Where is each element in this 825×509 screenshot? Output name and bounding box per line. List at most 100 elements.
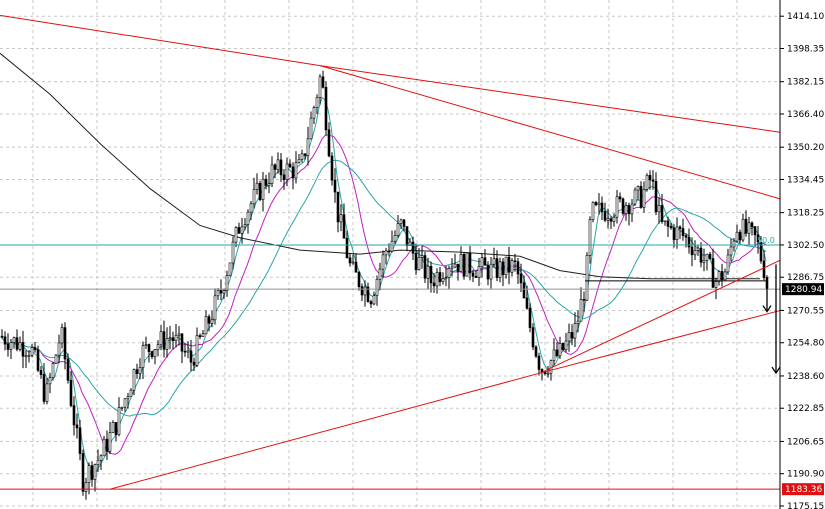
candle (558, 336, 562, 359)
candle-body (717, 271, 721, 282)
candle-body (87, 465, 91, 483)
candle-body (603, 211, 607, 221)
candle (321, 70, 325, 89)
candle-body (465, 252, 469, 277)
candle (417, 248, 421, 271)
candle (603, 202, 607, 223)
candle-body (201, 333, 205, 338)
candle-body (69, 379, 73, 406)
candle (294, 151, 298, 184)
candle (153, 349, 157, 365)
candle (510, 258, 514, 277)
candle-body (576, 320, 580, 324)
candle-body (546, 372, 550, 375)
candle-body (519, 273, 523, 284)
price-tag: 1280.94 (782, 283, 824, 296)
candle-body (522, 282, 526, 299)
y-tick-label: 1398.35 (787, 44, 824, 54)
candle-body (243, 224, 247, 228)
candle-body (222, 290, 226, 294)
candle-body (684, 235, 688, 238)
candle-body (255, 182, 259, 190)
candle-body (378, 268, 382, 280)
candle-body (309, 117, 313, 140)
candle-body (567, 332, 571, 342)
candle-body (285, 163, 289, 180)
candle-body (63, 327, 67, 360)
arrow-long-arrow (771, 264, 781, 375)
candle (267, 172, 271, 194)
candle-body (198, 335, 202, 338)
candle-body (279, 159, 283, 176)
y-tick-label: 1254.80 (787, 339, 824, 349)
candle-body (210, 319, 214, 324)
candle-body (306, 138, 310, 156)
candle-body (321, 76, 325, 88)
candle (33, 342, 37, 353)
candle-body (612, 216, 616, 222)
candle (657, 197, 661, 224)
candle-body (441, 278, 445, 282)
candle (636, 185, 640, 201)
candle-body (156, 344, 160, 351)
candle-body (729, 246, 733, 256)
candle-body (705, 253, 709, 261)
candle (585, 252, 589, 301)
candle-body (699, 247, 703, 263)
candle (69, 371, 73, 408)
candle (501, 257, 505, 287)
candle (483, 249, 487, 266)
candle (201, 329, 205, 338)
candle-body (636, 186, 640, 191)
candle-body (651, 179, 655, 182)
candle-body (105, 438, 109, 452)
candle-body (537, 355, 541, 370)
candle-body (582, 299, 586, 301)
candle (195, 327, 199, 368)
candle-body (648, 175, 652, 181)
candle-body (291, 166, 295, 179)
candle-body (732, 240, 736, 248)
candle-body (693, 250, 697, 256)
candle-body (357, 271, 361, 287)
price-chart: 1414.10 1398.35 1382.15 1366.40 1350.20 1334.… (0, 0, 824, 509)
candle (90, 461, 94, 487)
candle (114, 422, 118, 442)
candle-body (342, 214, 346, 239)
candle-body (528, 308, 532, 328)
candle-body (594, 202, 598, 206)
candle-body (303, 153, 307, 156)
candle-body (60, 327, 64, 344)
moving-average-sma-mid (0, 134, 767, 455)
candle (105, 430, 109, 460)
candle-body (81, 453, 85, 492)
candle (123, 397, 127, 412)
candle-body (354, 261, 358, 273)
candle-body (315, 97, 319, 109)
candle-body (399, 219, 403, 224)
candle (165, 327, 169, 358)
candle-body (633, 189, 637, 205)
candle-body (51, 362, 55, 378)
candle-body (390, 240, 394, 252)
candle-body (45, 383, 49, 402)
candle-body (405, 226, 409, 246)
candle-body (99, 455, 103, 461)
candle (354, 253, 358, 273)
candle (54, 354, 58, 364)
candle (3, 331, 7, 351)
candle-body (288, 163, 292, 168)
candle (216, 288, 220, 301)
candle (453, 253, 457, 269)
candle (276, 152, 280, 174)
candle-body (534, 346, 538, 357)
y-tick-label: 1350.20 (787, 143, 824, 153)
candle (39, 365, 43, 379)
candle-body (750, 222, 754, 228)
candle (642, 181, 646, 213)
candle-body (93, 464, 97, 480)
candle (9, 338, 13, 360)
candle-body (300, 153, 304, 160)
candle (93, 463, 97, 492)
candle (627, 202, 631, 226)
